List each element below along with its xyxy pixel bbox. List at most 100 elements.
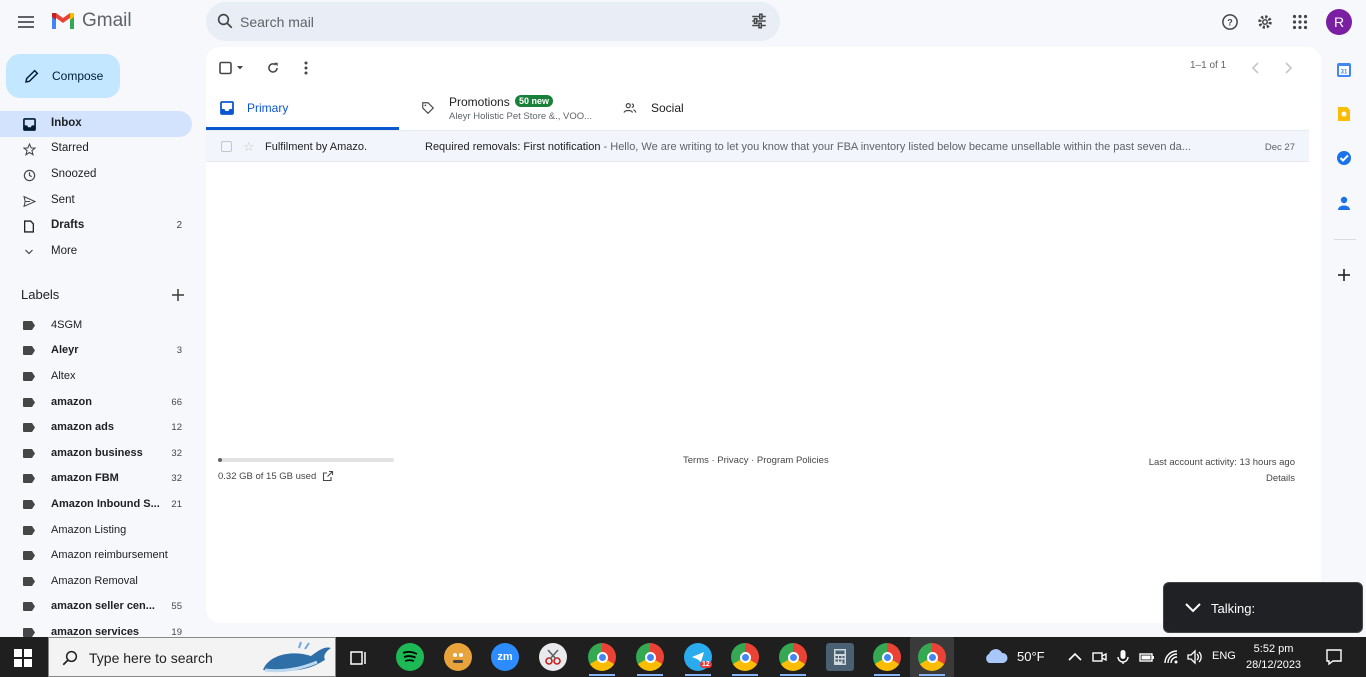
wifi-icon[interactable] [1163,649,1179,665]
label-item-amazon-listing[interactable]: Amazon Listing [0,518,192,543]
label-item-amazon-inbound[interactable]: Amazon Inbound S... 21 [0,492,192,517]
chrome-profile-m2-icon[interactable] [779,643,807,671]
telegram-icon[interactable]: 12 [684,643,712,671]
chevron-down-icon[interactable] [1184,601,1202,615]
email-row[interactable]: ☆ Fulfilment by Amazo. Required removals… [206,130,1309,162]
talking-label: Talking: [1211,601,1256,616]
compose-button[interactable]: Compose [6,54,120,98]
label-name: Amazon Inbound S... [51,498,160,510]
talking-popup[interactable]: Talking: [1163,582,1363,633]
whale-illustration-icon [263,641,331,673]
sidebar-item-more[interactable]: More [0,239,192,265]
tab-promotions[interactable]: Promotions 50 new Aleyr Holistic Pet Sto… [419,87,609,130]
notifications-icon[interactable] [1325,648,1343,666]
star-icon[interactable]: ☆ [243,139,255,155]
chevron-up-icon[interactable] [1067,649,1083,665]
chrome-profile-s-icon[interactable] [873,643,901,671]
search-icon[interactable] [216,12,234,30]
open-in-new-icon[interactable] [322,470,334,482]
help-icon[interactable]: ? [1219,11,1241,33]
label-item-amazon-removal[interactable]: Amazon Removal [0,569,192,594]
add-addon-icon[interactable] [1336,267,1352,283]
cloud-icon [986,649,1008,663]
footer-policy-links[interactable]: Terms · Privacy · Program Policies [683,455,829,466]
label-item-amazon-business[interactable]: amazon business 32 [0,441,192,466]
refresh-icon[interactable] [264,59,282,77]
label-icon [23,474,35,483]
sidebar-item-drafts[interactable]: Drafts 2 [0,213,192,239]
label-item-altex[interactable]: Altex [0,364,192,389]
label-name: amazon business [51,447,143,459]
label-name: Amazon Removal [51,575,138,587]
label-item-amazon-ads[interactable]: amazon ads 12 [0,415,192,440]
tab-social[interactable]: Social [620,87,780,130]
battery-icon[interactable] [1139,649,1155,665]
draft-icon [22,219,36,233]
calendar-icon[interactable]: 31 [1336,62,1352,78]
label-item-amazon[interactable]: amazon 66 [0,390,192,415]
calculator-icon[interactable] [826,643,854,671]
meet-now-icon[interactable] [1091,649,1107,665]
apps-grid-icon[interactable] [1289,11,1311,33]
inbox-icon [22,117,36,131]
label-name: Amazon reimbursement [51,549,168,561]
chrome-profile-l-icon[interactable] [731,643,759,671]
tasks-icon[interactable] [1336,150,1352,166]
sidebar-item-starred[interactable]: Starred [0,136,192,162]
label-item-amazon-reimbursement[interactable]: Amazon reimbursement [0,543,192,568]
chrome-profile-r-active-icon[interactable] [910,637,954,677]
pagination-count: 1–1 of 1 [1190,60,1227,71]
label-name: amazon ads [51,421,114,433]
gmail-logo[interactable]: Gmail [50,10,132,32]
label-icon [23,551,35,560]
search-options-icon[interactable] [750,12,768,30]
settings-gear-icon[interactable] [1254,11,1276,33]
select-all-checkbox[interactable] [218,59,246,77]
email-checkbox[interactable] [221,141,232,152]
chrome-profile-1-icon[interactable] [588,643,616,671]
contacts-icon[interactable] [1336,195,1352,211]
weather-widget[interactable]: 50°F [983,648,1045,664]
sidebar-item-inbox[interactable]: Inbox [0,111,192,137]
gmail-m-icon [52,13,74,29]
input-language[interactable]: ENG [1212,650,1236,662]
tab-primary[interactable]: Primary [206,87,399,130]
label-item-amazon-fbm[interactable]: amazon FBM 32 [0,466,192,491]
label-item-amazon-seller-central[interactable]: amazon seller cen... 55 [0,594,192,619]
keep-icon[interactable] [1336,106,1352,122]
search-input[interactable] [240,12,720,32]
chevron-left-icon[interactable] [1247,59,1265,77]
activity-details-link[interactable]: Details [1149,471,1295,487]
label-item-4sgm[interactable]: 4SGM [0,313,192,338]
windows-taskbar: Type here to search zm 12 50°F ENG 5:52 … [0,637,1366,677]
sidebar-item-label: Sent [51,194,75,206]
spotify-icon[interactable] [396,643,424,671]
svg-text:?: ? [1227,17,1233,27]
main-menu-icon[interactable] [14,10,38,34]
system-clock[interactable]: 5:52 pm 28/12/2023 [1246,641,1301,673]
account-avatar[interactable]: R [1326,9,1352,35]
search-bar[interactable] [206,2,780,41]
zoom-icon[interactable]: zm [491,643,519,671]
label-item-amazon-services[interactable]: amazon services 19 [0,620,192,637]
tab-label: Primary [247,101,289,115]
chrome-center-dot [644,651,656,663]
volume-icon[interactable] [1186,649,1202,665]
task-view-icon[interactable] [350,649,368,667]
duck-app-icon[interactable] [444,643,472,671]
sidebar-item-sent[interactable]: Sent [0,188,192,214]
microphone-icon[interactable] [1115,649,1131,665]
add-label-icon[interactable] [170,287,186,303]
chevron-right-icon[interactable] [1279,59,1297,77]
label-count: 55 [171,601,182,612]
windows-start-icon[interactable] [14,649,32,667]
taskbar-search[interactable]: Type here to search [48,637,336,677]
label-item-aleyr[interactable]: Aleyr 3 [0,338,192,363]
running-indicator [732,674,758,676]
chrome-profile-m-icon[interactable] [636,643,664,671]
storage-usage-text: 0.32 GB of 15 GB used [218,471,317,482]
snipping-tool-icon[interactable] [539,643,567,671]
more-vertical-icon[interactable] [297,59,315,77]
sidebar-item-snoozed[interactable]: Snoozed [0,162,192,188]
label-count: 3 [176,345,182,356]
